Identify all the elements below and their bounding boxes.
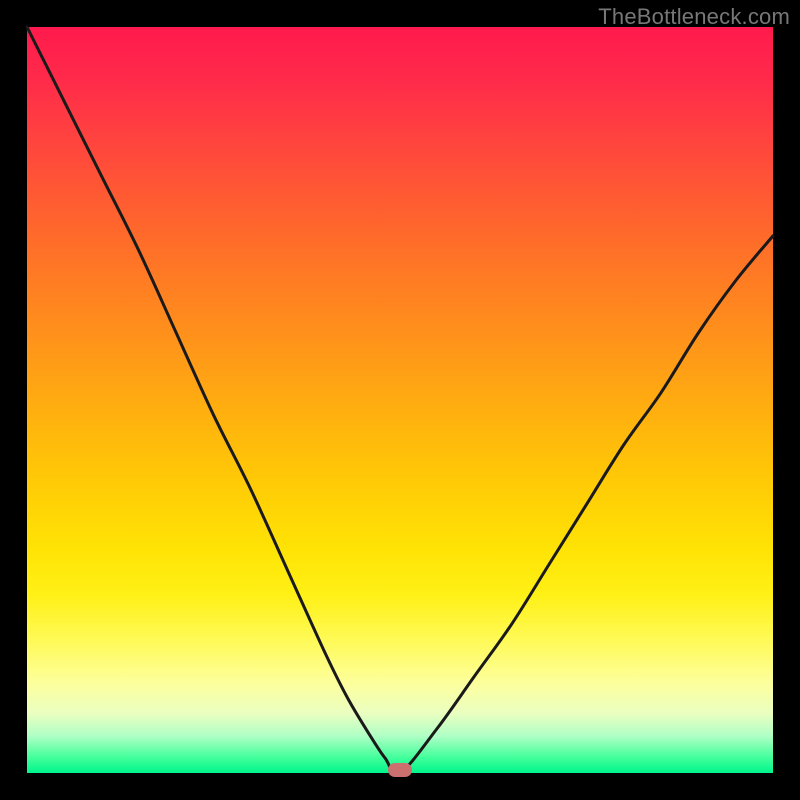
chart-frame: TheBottleneck.com: [0, 0, 800, 800]
minimum-marker: [388, 763, 412, 777]
plot-area: [27, 27, 773, 773]
bottleneck-curve: [27, 27, 773, 774]
curve-svg: [27, 27, 773, 773]
